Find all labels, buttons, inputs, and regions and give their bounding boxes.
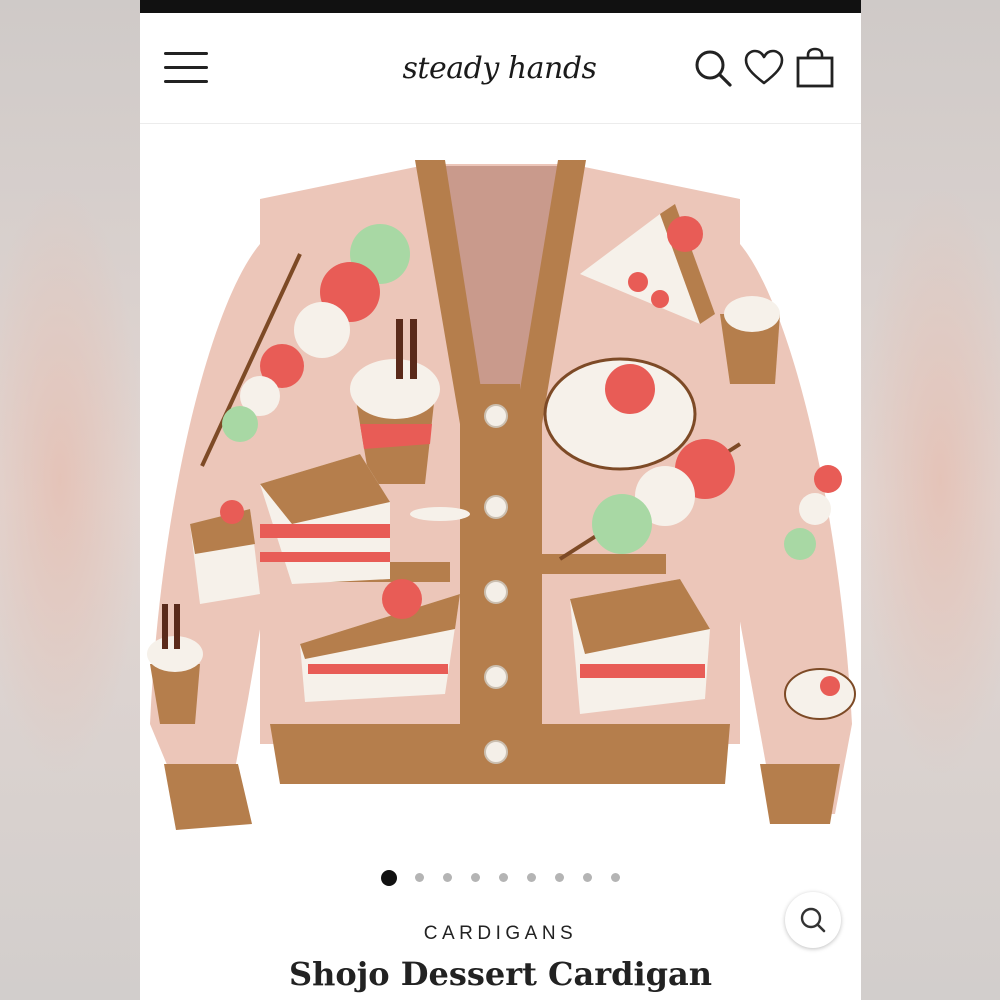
mobile-page: steady hands CARDIGANS Shojo Dessert Car…: [140, 0, 861, 1000]
shopping-bag-icon[interactable]: [794, 47, 836, 89]
gallery-pagination: [381, 870, 621, 886]
gallery-dot-2[interactable]: [415, 873, 424, 882]
product-title: Shojo Dessert Cardigan: [288, 955, 713, 993]
gallery-dot-7[interactable]: [555, 873, 564, 882]
status-bar: [140, 0, 861, 13]
site-logo[interactable]: steady hands: [402, 47, 597, 91]
gallery-dot-4[interactable]: [471, 873, 480, 882]
heart-icon[interactable]: [743, 47, 785, 89]
gallery-dot-3[interactable]: [443, 873, 452, 882]
product-image[interactable]: [140, 124, 861, 948]
search-icon[interactable]: [692, 47, 734, 89]
cardigan-illustration: [147, 160, 856, 830]
gallery-dot-8[interactable]: [583, 873, 592, 882]
gallery-dot-1[interactable]: [381, 870, 397, 886]
menu-icon[interactable]: [164, 49, 210, 85]
gallery-dot-5[interactable]: [499, 873, 508, 882]
gallery-dot-9[interactable]: [611, 873, 620, 882]
site-header: steady hands: [140, 13, 861, 124]
product-category[interactable]: CARDIGANS: [140, 923, 861, 945]
gallery-dot-6[interactable]: [527, 873, 536, 882]
